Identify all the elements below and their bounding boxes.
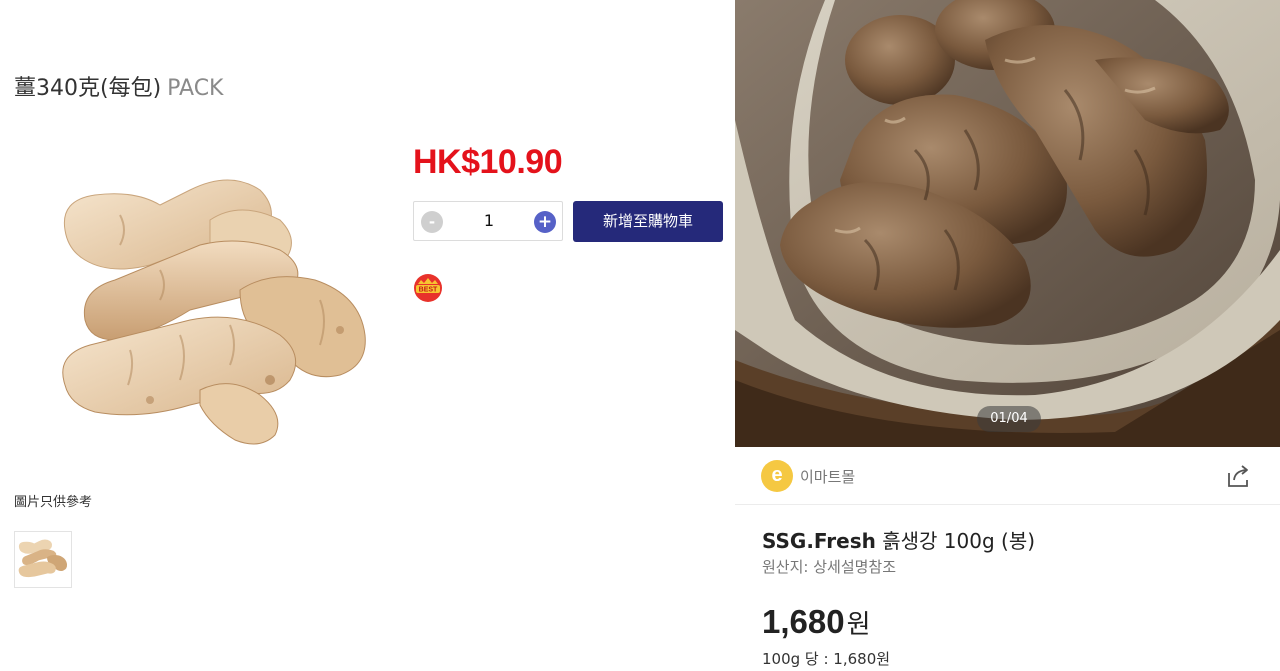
product-thumbnail[interactable] <box>14 531 72 588</box>
seller-logo: e <box>761 460 793 492</box>
item-brand: SSG.Fresh <box>762 529 876 553</box>
image-caption: 圖片只供參考 <box>14 495 93 510</box>
krw-price-value: 1,680 <box>762 603 845 640</box>
product-image[interactable] <box>40 150 390 460</box>
kr-product-pane: 01/04 e 이마트몰 SSG.Fresh 흙생강 100g (봉) 원산지:… <box>735 0 1280 671</box>
quantity-increase-button[interactable]: + <box>534 211 556 233</box>
item-title: 흙생강 100g (봉) <box>882 529 1036 553</box>
price: HK$10.90 <box>413 143 563 181</box>
quantity-stepper: - 1 + <box>413 201 563 241</box>
krw-price: 1,680원 <box>762 603 871 641</box>
krw-currency: 원 <box>846 609 871 639</box>
thumbnail-image <box>18 539 68 578</box>
seller-name[interactable]: 이마트몰 <box>800 466 855 487</box>
best-badge-text: BEST <box>419 287 438 294</box>
product-title-text: 薑340克(每包) <box>14 76 162 101</box>
quantity-decrease-button[interactable]: - <box>421 211 443 233</box>
share-icon[interactable] <box>1225 462 1253 490</box>
add-to-cart-button[interactable]: 新增至購物車 <box>573 201 723 242</box>
product-photo[interactable] <box>735 0 1280 447</box>
best-badge-icon: BEST <box>414 274 442 302</box>
quantity-value[interactable]: 1 <box>469 211 509 230</box>
hk-product-pane: 薑340克(每包) PACK 圖片只供參考 HK$10.90 - 1 + 新增至… <box>0 0 735 671</box>
item-origin: 원산지: 상세설명참조 <box>762 558 897 576</box>
product-unit: PACK <box>167 76 224 101</box>
image-pager: 01/04 <box>977 406 1041 432</box>
unit-price: 100g 당 : 1,680원 <box>762 650 891 668</box>
item-name: SSG.Fresh 흙생강 100g (봉) <box>762 525 1035 554</box>
seller-row[interactable]: e 이마트몰 <box>735 447 1280 505</box>
product-title: 薑340克(每包) PACK <box>14 70 223 102</box>
